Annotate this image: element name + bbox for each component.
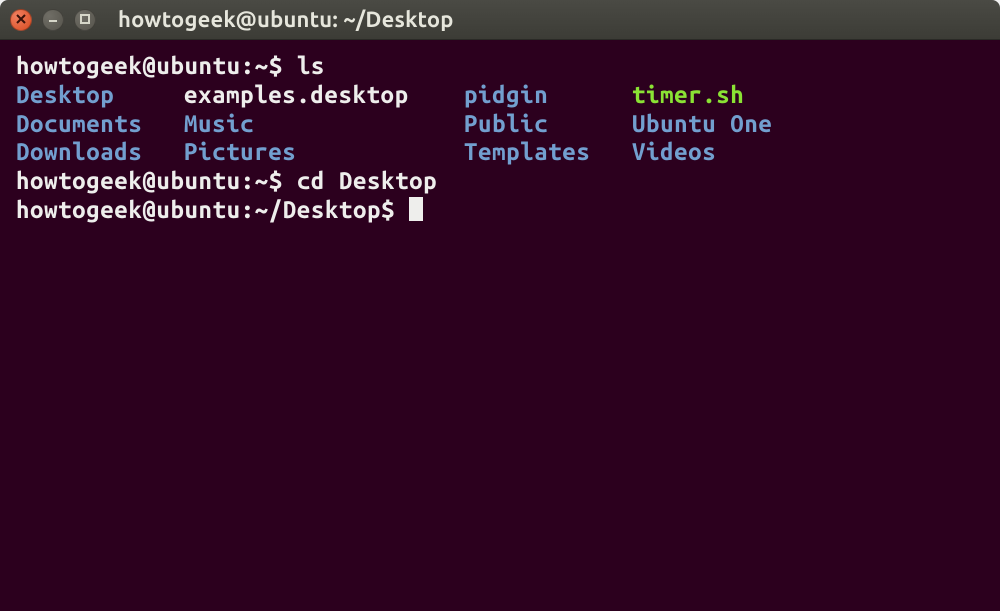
terminal-line: howtogeek@ubuntu:~$ ls: [16, 52, 984, 81]
close-icon: [15, 11, 27, 29]
maximize-button[interactable]: [74, 9, 96, 31]
minimize-button[interactable]: [42, 9, 64, 31]
ls-output-row: Documents Music Public Ubuntu One: [16, 110, 984, 139]
prompt: howtogeek@ubuntu:~$: [16, 167, 297, 194]
ls-entry-dir: Ubuntu One: [632, 110, 772, 139]
ls-entry-exe: timer.sh: [632, 81, 744, 110]
command: cd Desktop: [297, 167, 437, 194]
prompt: howtogeek@ubuntu:~$: [16, 52, 297, 79]
window-title: howtogeek@ubuntu: ~/Desktop: [118, 7, 454, 32]
prompt: howtogeek@ubuntu:~/Desktop$: [16, 196, 409, 223]
terminal-line: howtogeek@ubuntu:~$ cd Desktop: [16, 167, 984, 196]
ls-entry-dir: Desktop: [16, 81, 184, 110]
cursor-block: [409, 197, 423, 221]
ls-output-row: Desktop examples.desktop pidgin timer.sh: [16, 81, 984, 110]
window-controls: [10, 9, 96, 31]
ls-entry-dir: Templates: [464, 138, 632, 167]
ls-entry-dir: pidgin: [464, 81, 632, 110]
maximize-icon: [79, 11, 91, 29]
terminal-line: howtogeek@ubuntu:~/Desktop$: [16, 196, 984, 225]
terminal-window: howtogeek@ubuntu: ~/Desktop howtogeek@ub…: [0, 0, 1000, 611]
titlebar[interactable]: howtogeek@ubuntu: ~/Desktop: [0, 0, 1000, 40]
command: ls: [297, 52, 325, 79]
ls-entry-dir: Music: [184, 110, 464, 139]
ls-entry-dir: Public: [464, 110, 632, 139]
ls-output-row: Downloads Pictures Templates Videos: [16, 138, 984, 167]
close-button[interactable]: [10, 9, 32, 31]
ls-entry-file: examples.desktop: [184, 81, 464, 110]
ls-entry-dir: Pictures: [184, 138, 464, 167]
ls-entry-dir: Videos: [632, 138, 716, 167]
ls-entry-dir: Documents: [16, 110, 184, 139]
terminal-body[interactable]: howtogeek@ubuntu:~$ ls Desktop examples.…: [0, 40, 1000, 611]
ls-entry-dir: Downloads: [16, 138, 184, 167]
minimize-icon: [47, 11, 59, 29]
